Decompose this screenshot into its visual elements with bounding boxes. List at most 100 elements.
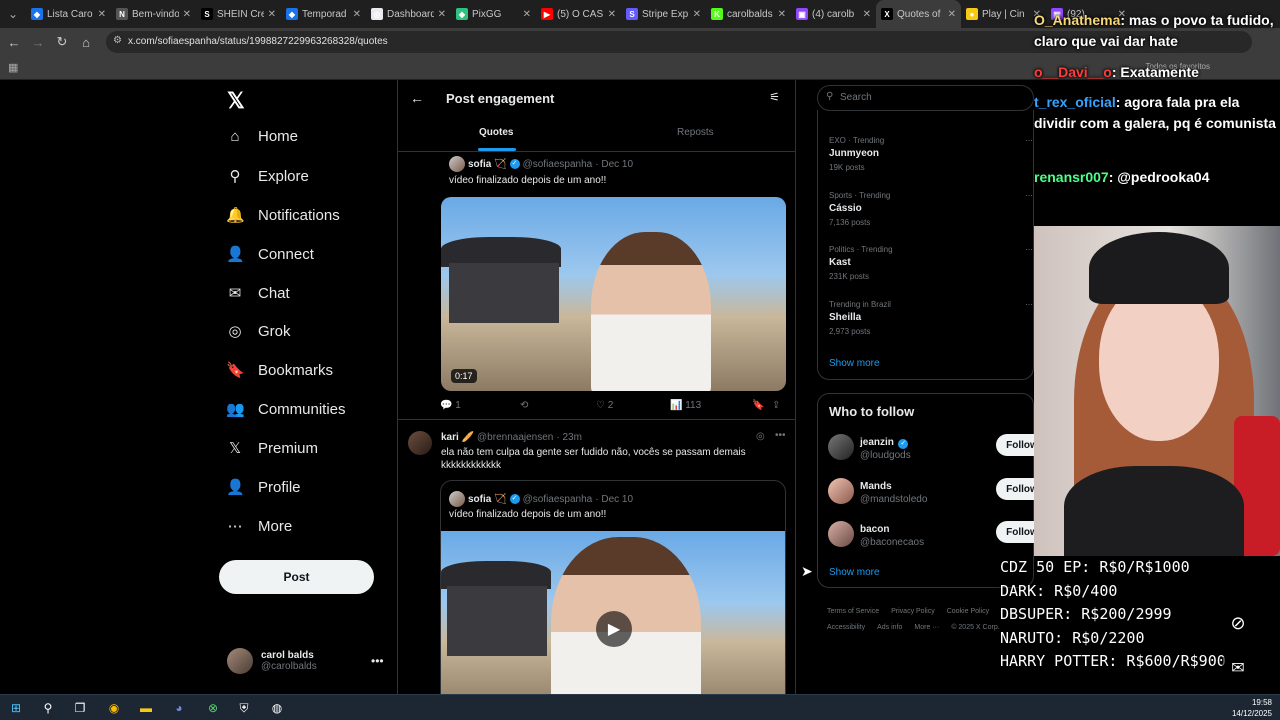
play-icon[interactable]: ▶	[596, 611, 632, 647]
sidebar-item-bookmarks[interactable]: 🔖 Bookmarks	[226, 361, 333, 380]
show-more-link[interactable]: Show more	[829, 567, 880, 578]
sidebar-item-grok[interactable]: ◎ Grok	[226, 322, 290, 341]
browser-tab[interactable]: ◆ Lista Caro ✕	[26, 0, 111, 28]
x-logo[interactable]: 𝕏	[227, 88, 245, 114]
more-icon[interactable]: ⋯	[1025, 300, 1033, 309]
sidebar-item-explore[interactable]: ⚲ Explore	[226, 167, 309, 186]
site-info-icon[interactable]: ⚙	[113, 35, 122, 46]
like-icon[interactable]: ♡ 2	[596, 400, 670, 411]
sidebar-item-more[interactable]: ⋯ More	[226, 517, 293, 536]
footer-link[interactable]: Cookie Policy	[947, 608, 989, 615]
back-icon[interactable]: ←	[2, 35, 26, 50]
views-icon[interactable]: 📊 113	[670, 400, 752, 411]
close-tab-icon[interactable]: ✕	[863, 9, 871, 20]
more-icon[interactable]: •••	[775, 430, 786, 441]
tweet-date[interactable]: · Dec 10	[595, 159, 633, 170]
account-switcher[interactable]: carol balds @carolbalds •••	[227, 648, 384, 674]
filter-icon[interactable]: ⚟	[769, 90, 780, 104]
start-icon[interactable]: ⊞	[7, 699, 25, 717]
browser-tab[interactable]: ◆ PixGG ✕	[451, 0, 536, 28]
trend-item[interactable]: Politics · Trending Kast 231K posts ⋯	[829, 245, 1033, 281]
browser-tab[interactable]: ▣ (4) carolb ✕	[791, 0, 876, 28]
trend-item[interactable]: EXO · Trending Junmyeon 19K posts ⋯	[829, 136, 1033, 172]
sidebar-item-notifications[interactable]: 🔔 Notifications	[226, 206, 340, 225]
avatar[interactable]	[828, 520, 854, 547]
footer-link[interactable]: Terms of Service	[827, 608, 879, 615]
show-more-link[interactable]: Show more	[829, 358, 880, 369]
trend-item[interactable]: Sports · Trending Cássio 7,136 posts ⋯	[829, 191, 1033, 227]
reply-icon[interactable]: 💬 1	[440, 400, 520, 411]
tweet-date[interactable]: · 23m	[556, 432, 582, 443]
close-tab-icon[interactable]: ✕	[353, 9, 361, 20]
discord-icon[interactable]: ◕	[170, 699, 188, 717]
file-explorer-icon[interactable]: ▬	[137, 699, 155, 717]
author-handle[interactable]: @sofiaespanha	[523, 159, 593, 170]
obs-icon[interactable]: ◍	[268, 699, 286, 717]
close-tab-icon[interactable]: ✕	[523, 9, 531, 20]
trend-item[interactable]: Trending in Brazil Sheilla 2,973 posts ⋯	[829, 300, 1033, 336]
forward-icon[interactable]: →	[26, 35, 50, 50]
avatar[interactable]	[408, 431, 432, 455]
close-tab-icon[interactable]: ✕	[268, 9, 276, 20]
footer-link[interactable]: © 2025 X Corp.	[951, 624, 999, 631]
close-tab-icon[interactable]: ✕	[778, 9, 786, 20]
close-tab-icon[interactable]: ✕	[948, 9, 956, 20]
video-thumbnail[interactable]: 0:17	[441, 197, 786, 391]
back-arrow-icon[interactable]: ←	[410, 90, 424, 106]
sidebar-item-communities[interactable]: 👥 Communities	[226, 400, 346, 419]
tab-reposts[interactable]: Reposts	[677, 127, 714, 138]
sidebar-item-home[interactable]: ⌂ Home	[226, 128, 298, 145]
avatar[interactable]	[828, 477, 854, 504]
bookmark-icon[interactable]: 🔖	[752, 400, 772, 411]
avatar[interactable]	[828, 433, 854, 460]
sidebar-item-profile[interactable]: 👤 Profile	[226, 478, 301, 497]
browser-tab[interactable]: ▶ (5) O CAS ✕	[536, 0, 621, 28]
quote-tweet[interactable]: kari 🥖 @brennaajensen · 23m ◎ ••• ela nã…	[398, 420, 795, 694]
video-thumbnail[interactable]: ▶	[441, 531, 785, 694]
browser-tab[interactable]: ◆ Temporad ✕	[281, 0, 366, 28]
grok-icon[interactable]: ◎	[756, 431, 765, 442]
close-tab-icon[interactable]: ✕	[98, 9, 106, 20]
browser-tab[interactable]: S SHEIN Cre ✕	[196, 0, 281, 28]
footer-link[interactable]: Accessibility	[827, 624, 865, 631]
follow-suggestion[interactable]: jeanzin ✓ @loudgods Follow	[828, 432, 1048, 461]
tab-quotes[interactable]: Quotes	[479, 127, 513, 138]
reload-icon[interactable]: ↻	[50, 34, 74, 50]
sidebar-item-premium[interactable]: 𝕏 Premium	[226, 439, 318, 458]
search-input[interactable]: ⚲ Search	[817, 85, 1034, 111]
follow-suggestion[interactable]: bacon @baconecaos Follow	[828, 519, 1048, 548]
quoted-post[interactable]: sofia 🏹 ✓ @sofiaespanha · Dec 10 vídeo f…	[440, 480, 786, 694]
author-name[interactable]: sofia 🏹	[468, 159, 507, 170]
author-handle[interactable]: @brennaajensen	[477, 432, 553, 443]
more-icon[interactable]: •••	[371, 654, 384, 668]
avatar[interactable]	[449, 156, 465, 172]
browser-tab[interactable]: Kcarolbalds ✕	[706, 0, 791, 28]
author-name[interactable]: kari 🥖	[441, 432, 474, 443]
search-icon[interactable]: ⚲	[39, 699, 57, 717]
system-clock[interactable]: 19:58 14/12/2025	[1232, 697, 1272, 719]
browser-tab[interactable]: N Bem-vindo ✕	[111, 0, 196, 28]
more-icon[interactable]: ⋯	[1025, 191, 1033, 200]
browser-tab[interactable]: X Quotes of ✕	[876, 0, 961, 28]
footer-link[interactable]: Privacy Policy	[891, 608, 935, 615]
post-button[interactable]: Post	[219, 560, 374, 594]
sidebar-item-connect[interactable]: 👤 Connect	[226, 245, 314, 264]
repost-icon[interactable]: ⟲	[520, 400, 596, 411]
close-tab-icon[interactable]: ✕	[183, 9, 191, 20]
follow-suggestion[interactable]: Mands @mandstoledo Follow	[828, 476, 1048, 505]
tab-search-icon[interactable]: ⌄	[0, 0, 26, 28]
apps-grid-icon[interactable]: ▦	[8, 61, 18, 74]
task-view-icon[interactable]: ❐	[71, 699, 89, 717]
more-icon[interactable]: ⋯	[1025, 245, 1033, 254]
close-tab-icon[interactable]: ✕	[438, 9, 446, 20]
security-icon[interactable]: ⛨	[235, 699, 253, 717]
chrome-icon[interactable]: ◉	[105, 699, 123, 717]
footer-link[interactable]: More ···	[914, 624, 939, 631]
close-tab-icon[interactable]: ✕	[608, 9, 616, 20]
more-icon[interactable]: ⋯	[1025, 136, 1033, 145]
home-icon[interactable]: ⌂	[74, 35, 98, 50]
quote-tweet[interactable]: sofia 🏹 ✓ @sofiaespanha · Dec 10 vídeo f…	[398, 152, 795, 420]
xbox-icon[interactable]: ⊗	[204, 699, 222, 717]
footer-link[interactable]: Ads info	[877, 624, 902, 631]
share-icon[interactable]: ⇪	[772, 400, 780, 411]
